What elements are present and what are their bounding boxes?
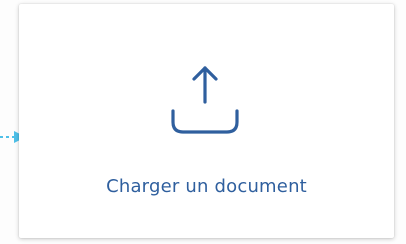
upload-document-label: Charger un document xyxy=(106,176,307,197)
upload-document-button[interactable]: Charger un document xyxy=(19,4,394,238)
upload-stage: Charger un document xyxy=(0,0,406,244)
upload-icon xyxy=(171,66,239,134)
